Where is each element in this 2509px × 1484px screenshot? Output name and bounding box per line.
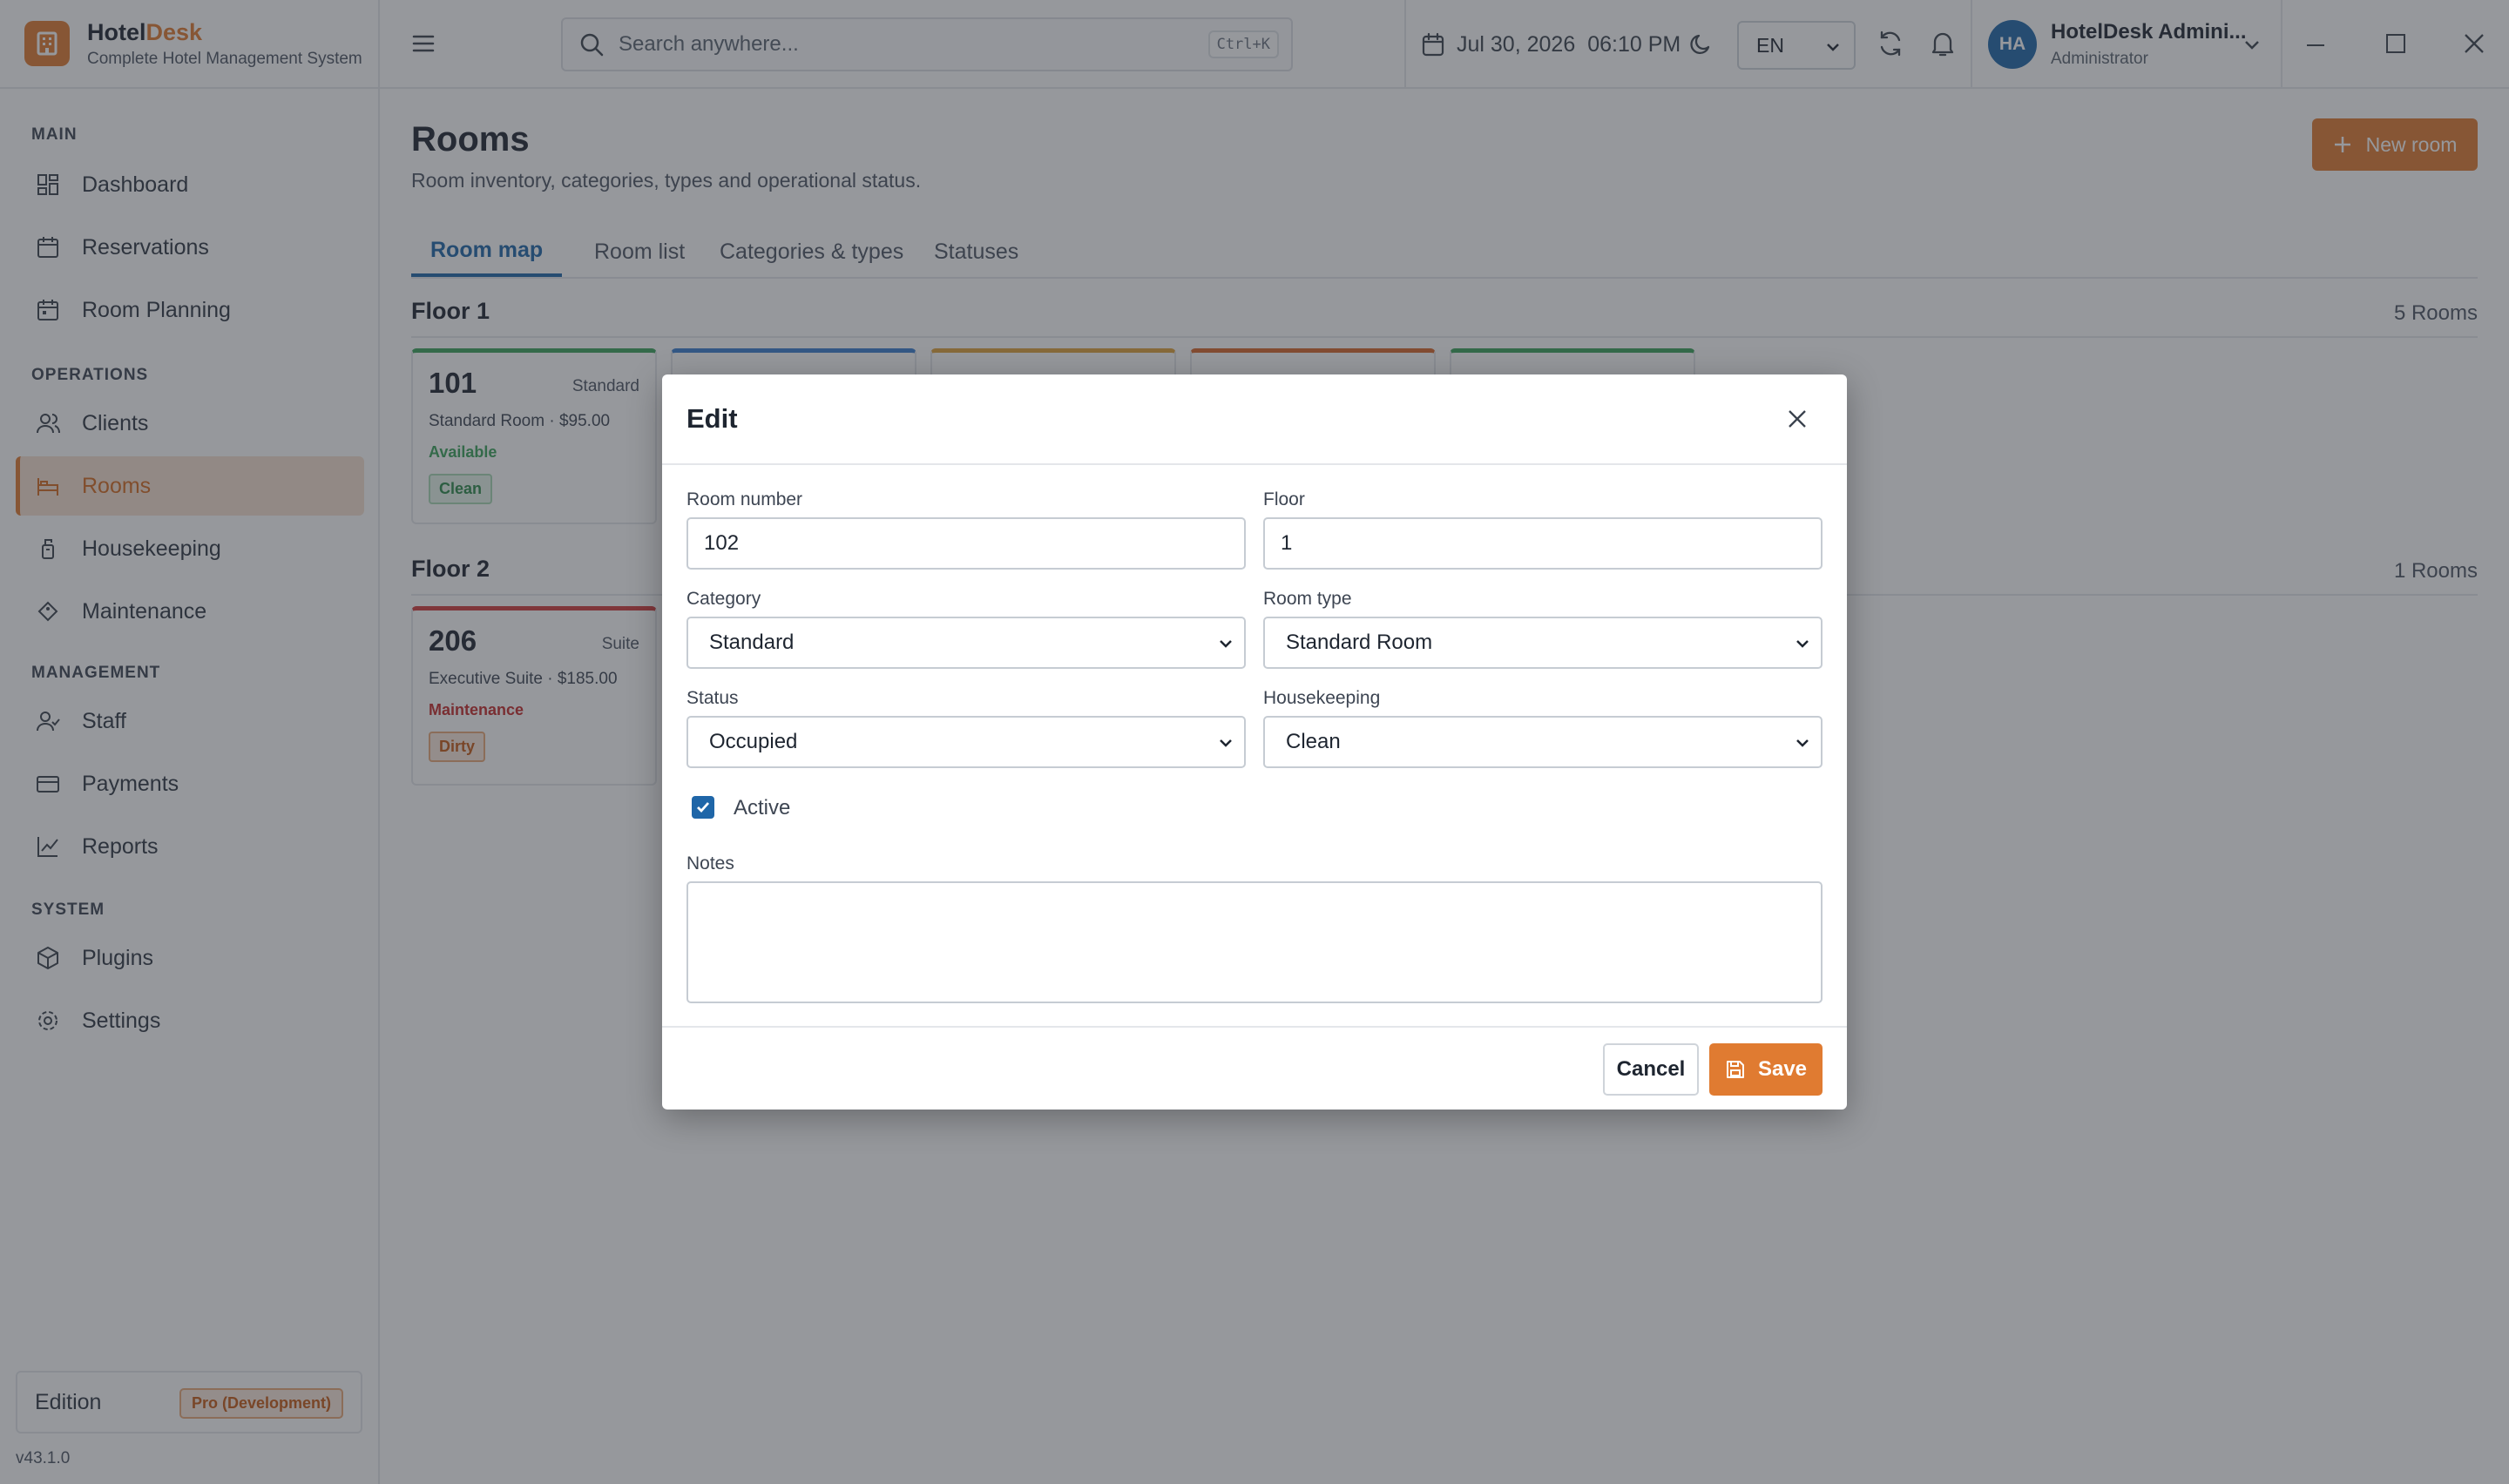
- dialog-footer-divider: [662, 1026, 1847, 1028]
- save-icon: [1726, 1061, 1744, 1078]
- active-label: Active: [734, 796, 791, 820]
- save-button[interactable]: Save: [1709, 1043, 1823, 1096]
- dialog-close-button[interactable]: [1786, 408, 1809, 430]
- checkmark-icon: [697, 802, 710, 813]
- category-select[interactable]: Standard: [686, 617, 1246, 669]
- room-type-select[interactable]: Standard Room: [1263, 617, 1823, 669]
- chevron-down-icon: [1796, 640, 1809, 648]
- status-value: Occupied: [709, 730, 798, 753]
- dialog-title: Edit: [686, 403, 738, 434]
- housekeeping-select[interactable]: Clean: [1263, 716, 1823, 768]
- floor-label: Floor: [1263, 489, 1305, 509]
- room-number-label: Room number: [686, 489, 803, 509]
- status-select[interactable]: Occupied: [686, 716, 1246, 768]
- close-icon: [1789, 410, 1806, 428]
- edit-room-dialog: Edit Room number 102 Floor 1 Category St…: [662, 374, 1847, 1110]
- room-number-input[interactable]: 102: [686, 517, 1246, 570]
- save-label: Save: [1757, 1057, 1808, 1081]
- room-type-value: Standard Room: [1286, 631, 1433, 654]
- floor-input[interactable]: 1: [1263, 517, 1823, 570]
- notes-label: Notes: [686, 853, 734, 874]
- category-value: Standard: [709, 631, 795, 654]
- chevron-down-icon: [1220, 640, 1232, 648]
- status-label: Status: [686, 688, 739, 708]
- room-type-label: Room type: [1263, 589, 1352, 609]
- housekeeping-value: Clean: [1286, 730, 1341, 753]
- cancel-button[interactable]: Cancel: [1603, 1043, 1699, 1096]
- dialog-header: Edit: [662, 374, 1847, 465]
- notes-textarea[interactable]: [686, 881, 1823, 1003]
- chevron-down-icon: [1796, 739, 1809, 747]
- chevron-down-icon: [1220, 739, 1232, 747]
- active-checkbox[interactable]: [692, 796, 714, 819]
- category-label: Category: [686, 589, 761, 609]
- housekeeping-label: Housekeeping: [1263, 688, 1381, 708]
